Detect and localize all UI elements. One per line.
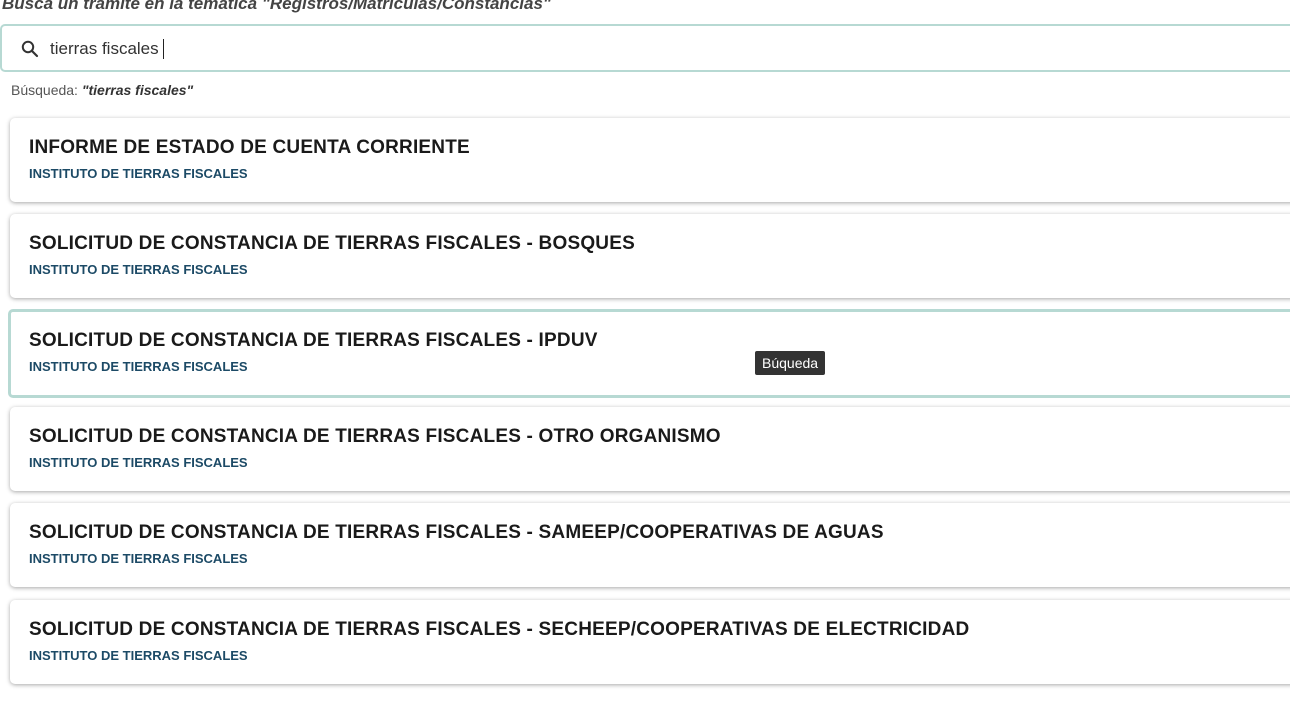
result-title: SOLICITUD DE CONSTANCIA DE TIERRAS FISCA… bbox=[29, 522, 884, 543]
result-agency: INSTITUTO DE TIERRAS FISCALES bbox=[29, 551, 248, 566]
search-icon bbox=[21, 40, 39, 58]
result-agency: INSTITUTO DE TIERRAS FISCALES bbox=[29, 262, 248, 277]
result-card-focused[interactable]: SOLICITUD DE CONSTANCIA DE TIERRAS FISCA… bbox=[8, 309, 1290, 398]
result-agency: INSTITUTO DE TIERRAS FISCALES bbox=[29, 455, 248, 470]
result-title: SOLICITUD DE CONSTANCIA DE TIERRAS FISCA… bbox=[29, 426, 721, 447]
result-card[interactable]: SOLICITUD DE CONSTANCIA DE TIERRAS FISCA… bbox=[10, 407, 1290, 491]
result-card[interactable]: INFORME DE ESTADO DE CUENTA CORRIENTE IN… bbox=[10, 118, 1290, 202]
query-label: Búsqueda: bbox=[11, 82, 78, 98]
tooltip: Búqueda bbox=[755, 351, 826, 375]
search-box[interactable] bbox=[0, 24, 1290, 72]
result-title: SOLICITUD DE CONSTANCIA DE TIERRAS FISCA… bbox=[29, 330, 598, 351]
result-agency: INSTITUTO DE TIERRAS FISCALES bbox=[29, 166, 248, 181]
result-card[interactable]: SOLICITUD DE CONSTANCIA DE TIERRAS FISCA… bbox=[10, 214, 1290, 298]
page-heading: Buscá un trámite en la temática "Registr… bbox=[2, 0, 551, 13]
search-input[interactable] bbox=[50, 35, 950, 63]
text-cursor bbox=[163, 39, 164, 59]
result-card[interactable]: SOLICITUD DE CONSTANCIA DE TIERRAS FISCA… bbox=[10, 503, 1290, 587]
page: Buscá un trámite en la temática "Registr… bbox=[0, 0, 1290, 704]
result-title: INFORME DE ESTADO DE CUENTA CORRIENTE bbox=[29, 137, 470, 158]
result-agency: INSTITUTO DE TIERRAS FISCALES bbox=[29, 359, 248, 374]
result-title: SOLICITUD DE CONSTANCIA DE TIERRAS FISCA… bbox=[29, 619, 970, 640]
query-value: "tierras fiscales" bbox=[81, 82, 194, 98]
result-title: SOLICITUD DE CONSTANCIA DE TIERRAS FISCA… bbox=[29, 233, 635, 254]
search-query-summary: Búsqueda: "tierras fiscales" bbox=[11, 82, 193, 98]
result-agency: INSTITUTO DE TIERRAS FISCALES bbox=[29, 648, 248, 663]
result-card[interactable]: SOLICITUD DE CONSTANCIA DE TIERRAS FISCA… bbox=[10, 600, 1290, 684]
